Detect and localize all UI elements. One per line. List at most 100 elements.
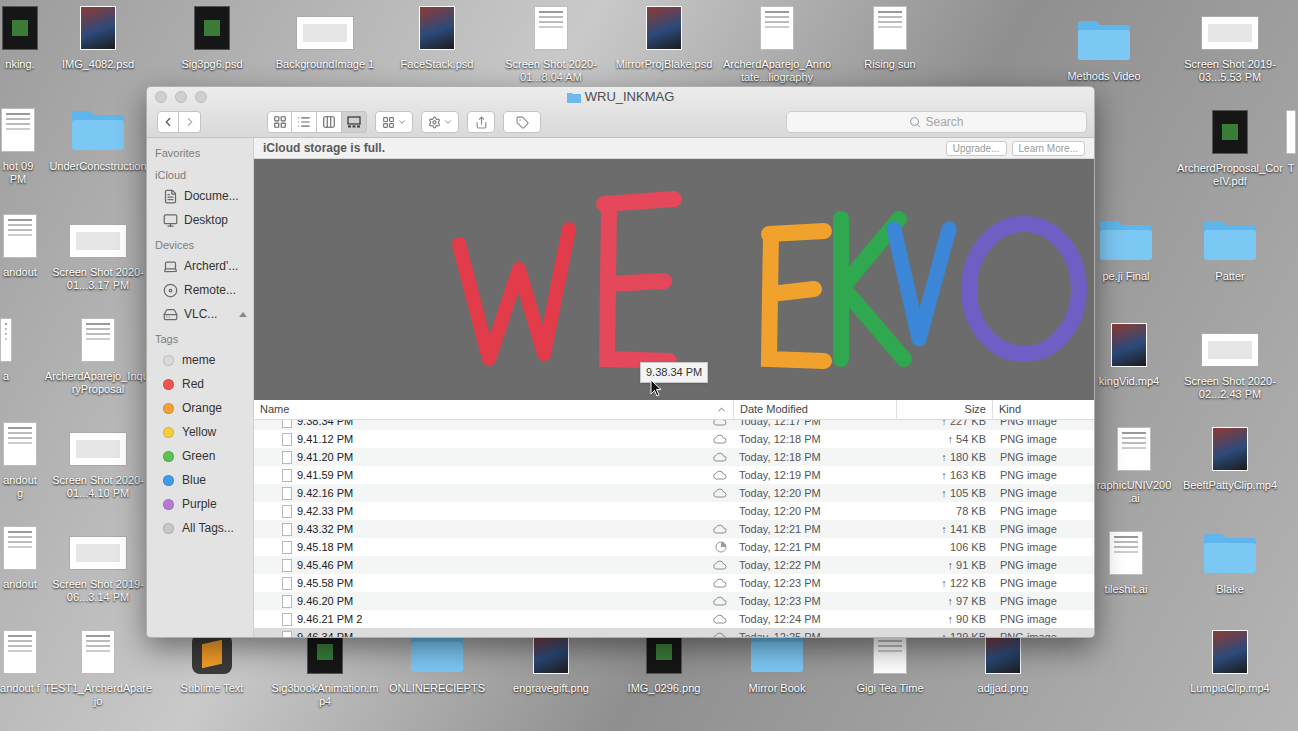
kind-cell: PNG image — [992, 467, 1094, 484]
tag-item[interactable]: Blue — [147, 468, 253, 492]
desktop-icon[interactable]: Mirror Book — [722, 628, 832, 695]
column-header[interactable]: Name — [254, 400, 733, 419]
desktop-icon[interactable]: Patter — [1175, 216, 1285, 283]
size-cell: ↑ 163 KB — [896, 467, 992, 484]
desktop-icon[interactable]: ONLINERECIEPTS — [382, 628, 492, 695]
tag-item[interactable]: All Tags... — [147, 516, 253, 540]
date-cell: Today, 12:23 PM — [733, 593, 896, 610]
table-row[interactable]: 9.42.33 PMToday, 12:20 PM78 KBPNG image — [254, 502, 1094, 520]
file-list: 9.38.34 PMToday, 12:17 PM↑ 227 KBPNG ima… — [254, 420, 1094, 637]
desktop-icon-label: adjjad.png — [948, 682, 1058, 695]
desktop-icon[interactable]: MirrorProjBlake.psd — [609, 4, 719, 71]
zoom-button[interactable] — [195, 91, 207, 103]
desktop-icon[interactable]: pe.ji Final — [1096, 216, 1156, 283]
view-mode-button[interactable] — [267, 111, 292, 133]
tag-button[interactable] — [503, 111, 541, 133]
desktop-icon[interactable]: Methods Video — [1049, 16, 1159, 83]
desktop-icon[interactable]: raphicUNIV200.ai — [1096, 425, 1172, 505]
desktop-icon-label: Blake — [1175, 583, 1285, 596]
table-row[interactable]: 9.41.12 PMToday, 12:18 PM↑ 54 KBPNG imag… — [254, 430, 1094, 448]
back-button[interactable] — [157, 111, 179, 133]
sidebar-item[interactable]: Archerd'... — [147, 254, 253, 278]
desktop-icon[interactable]: Sig3bookAnimation.mp4 — [270, 628, 380, 708]
banner-button[interactable]: Upgrade... — [946, 141, 1007, 156]
table-row[interactable]: 9.46.34 PMToday, 12:25 PM↑ 129 KBPNG ima… — [254, 628, 1094, 637]
desktop-icon[interactable]: LumpiaClip.mp4 — [1175, 628, 1285, 695]
desktop-icon[interactable]: ArcherdAparejo_InquiryProposal — [43, 316, 153, 396]
desktop-icon[interactable]: BackgroundImage 1 — [270, 4, 380, 71]
action-button[interactable] — [421, 111, 459, 133]
desktop-icon[interactable]: Gigi Tea Time — [835, 628, 945, 695]
desktop-icon[interactable]: Screen Shot 2020-01...3.17 PM — [43, 212, 153, 292]
desktop-icon[interactable]: TEST1_ArcherdAparejo — [43, 628, 153, 708]
view-mode-button[interactable] — [292, 111, 317, 133]
desktop-icon[interactable]: ArcherdProposal_CoreIV.pdf — [1175, 108, 1285, 188]
desktop-icon[interactable]: engravegift.png — [496, 628, 606, 695]
column-header[interactable]: Kind — [992, 400, 1094, 419]
desktop-icon[interactable]: Screen Shot 2020-01...8.04 AM — [496, 4, 606, 84]
table-row[interactable]: 9.45.18 PMToday, 12:21 PM106 KBPNG image — [254, 538, 1094, 556]
desktop-icon[interactable]: kingVid.mp4 — [1096, 321, 1162, 388]
desktop-icon[interactable]: a — [0, 316, 12, 383]
group-by-button[interactable] — [375, 111, 413, 133]
tag-item[interactable]: meme — [147, 348, 253, 372]
minimize-button[interactable] — [175, 91, 187, 103]
table-row[interactable]: 9.42.16 PMToday, 12:20 PM↑ 105 KBPNG ima… — [254, 484, 1094, 502]
desktop-icon[interactable]: Screen Shot 2020-02...2.43 PM — [1175, 321, 1285, 401]
desktop-icon[interactable]: T — [1286, 108, 1296, 175]
tag-item[interactable]: Yellow — [147, 420, 253, 444]
tag-item[interactable]: Green — [147, 444, 253, 468]
tag-item[interactable]: Purple — [147, 492, 253, 516]
table-row[interactable]: 9.38.34 PMToday, 12:17 PM↑ 227 KBPNG ima… — [254, 420, 1094, 430]
search-field[interactable]: Search — [786, 111, 1087, 133]
table-row[interactable]: 9.46.20 PMToday, 12:23 PM↑ 97 KBPNG imag… — [254, 592, 1094, 610]
desktop-icon[interactable]: andout g — [0, 420, 40, 500]
table-row[interactable]: 9.41.20 PMToday, 12:18 PM↑ 180 KBPNG ima… — [254, 448, 1094, 466]
desktop-icon[interactable]: IMG_0296.png — [609, 628, 719, 695]
column-header[interactable]: Size — [896, 400, 992, 419]
desktop-icon[interactable]: andout — [0, 212, 40, 279]
desktop-icon[interactable]: Sublime Text — [157, 628, 267, 695]
sidebar-item[interactable]: Remote... — [147, 278, 253, 302]
sidebar-item[interactable]: Docume... — [147, 184, 253, 208]
close-button[interactable] — [155, 91, 167, 103]
desktop-icon[interactable]: FaceStack.psd — [382, 4, 492, 71]
view-mode-button[interactable] — [317, 111, 342, 133]
desktop-icon[interactable]: andout f — [0, 628, 40, 695]
desktop-icon[interactable]: ArcherdAparejo_Annotate...liography — [722, 4, 832, 84]
table-row[interactable]: 9.46.21 PM 2Today, 12:24 PM↑ 90 KBPNG im… — [254, 610, 1094, 628]
forward-button[interactable] — [179, 111, 201, 133]
sidebar-item[interactable]: Desktop — [147, 208, 253, 232]
banner-button[interactable]: Learn More... — [1012, 141, 1085, 156]
desktop-icon[interactable]: Screen Shot 2020-01...4.10 PM — [43, 420, 153, 500]
tooltip: 9.38.34 PM — [640, 362, 708, 383]
share-button[interactable] — [467, 111, 495, 133]
size-cell: ↑ 122 KB — [896, 575, 992, 592]
desktop-icon[interactable]: Screen Shot 2019-03...5.53 PM — [1175, 4, 1285, 84]
tag-item[interactable]: Orange — [147, 396, 253, 420]
desktop-icon[interactable]: Screen Shot 2019-06...3.14 PM — [43, 524, 153, 604]
desktop-icon[interactable]: Rising sun — [835, 4, 945, 71]
table-row[interactable]: 9.45.58 PMToday, 12:23 PM↑ 122 KBPNG ima… — [254, 574, 1094, 592]
desktop-icon[interactable]: andout — [0, 524, 40, 591]
column-header[interactable]: Date Modified — [733, 400, 896, 419]
eject-icon[interactable] — [239, 312, 247, 317]
icloud-banner: iCloud storage is full.Upgrade...Learn M… — [254, 138, 1094, 159]
tag-item[interactable]: Red — [147, 372, 253, 396]
desktop-icon[interactable]: nking. — [0, 4, 40, 71]
desktop-icon[interactable]: tileshit.ai — [1096, 529, 1156, 596]
desktop-icon[interactable]: BeeftPattyClip.mp4 — [1175, 425, 1285, 492]
icloud-upload-icon — [712, 560, 727, 570]
sidebar-item[interactable]: VLC... — [147, 302, 253, 326]
desktop-icon[interactable]: Sig3pg6.psd — [157, 4, 267, 71]
desktop-icon[interactable]: adjjad.png — [948, 628, 1058, 695]
desktop-icon[interactable]: Blake — [1175, 529, 1285, 596]
desktop-icon[interactable]: UnderConcstruction — [43, 106, 153, 173]
table-row[interactable]: 9.41.59 PMToday, 12:19 PM↑ 163 KBPNG ima… — [254, 466, 1094, 484]
desktop-icon[interactable]: IMG_4082.psd — [43, 4, 153, 71]
view-mode-button[interactable] — [342, 111, 367, 133]
table-row[interactable]: 9.43.32 PMToday, 12:21 PM↑ 141 KBPNG ima… — [254, 520, 1094, 538]
tag-dot-icon — [163, 427, 174, 438]
desktop-icon[interactable]: hot 09 PM — [0, 106, 36, 186]
table-row[interactable]: 9.45.46 PMToday, 12:22 PM↑ 91 KBPNG imag… — [254, 556, 1094, 574]
